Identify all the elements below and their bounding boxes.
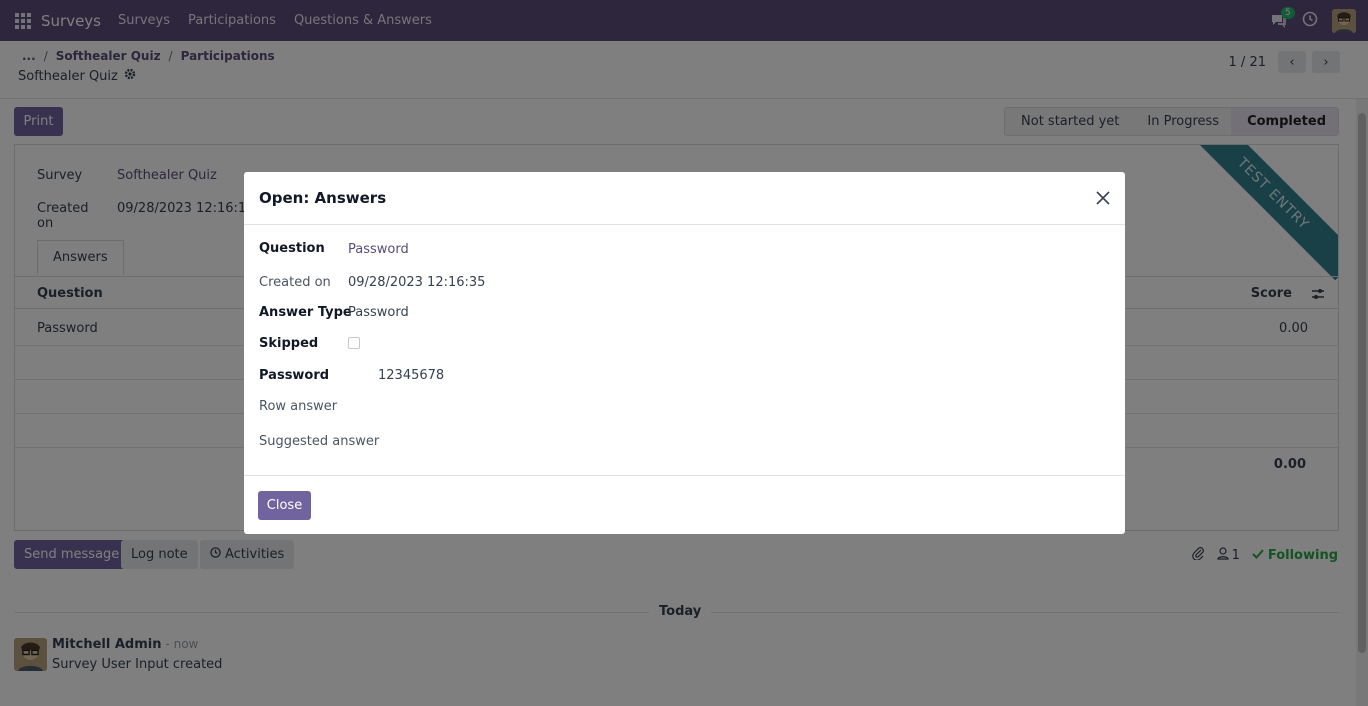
answers-dialog: Open: Answers Question Password Created … — [244, 172, 1125, 534]
question-value[interactable]: Password — [348, 242, 409, 257]
dialog-header: Open: Answers — [244, 172, 1125, 225]
created-on-value: 09/28/2023 12:16:35 — [348, 275, 486, 290]
dialog-footer: Close — [244, 475, 1125, 534]
answer-type-label: Answer Type — [259, 305, 352, 320]
close-button[interactable]: Close — [258, 491, 311, 520]
dialog-title: Open: Answers — [259, 189, 387, 207]
skipped-label: Skipped — [259, 336, 319, 351]
question-label: Question — [259, 241, 325, 256]
dialog-body: Question Password Created on 09/28/2023 … — [244, 225, 1125, 475]
answer-type-value: Password — [348, 305, 409, 320]
row-answer-label: Row answer — [259, 399, 338, 414]
password-label: Password — [259, 368, 330, 383]
close-icon[interactable] — [1095, 190, 1111, 206]
suggested-answer-label: Suggested answer — [259, 434, 380, 449]
skipped-checkbox[interactable] — [348, 337, 360, 349]
created-on-label: Created on — [259, 275, 331, 290]
password-value: 12345678 — [378, 368, 445, 383]
